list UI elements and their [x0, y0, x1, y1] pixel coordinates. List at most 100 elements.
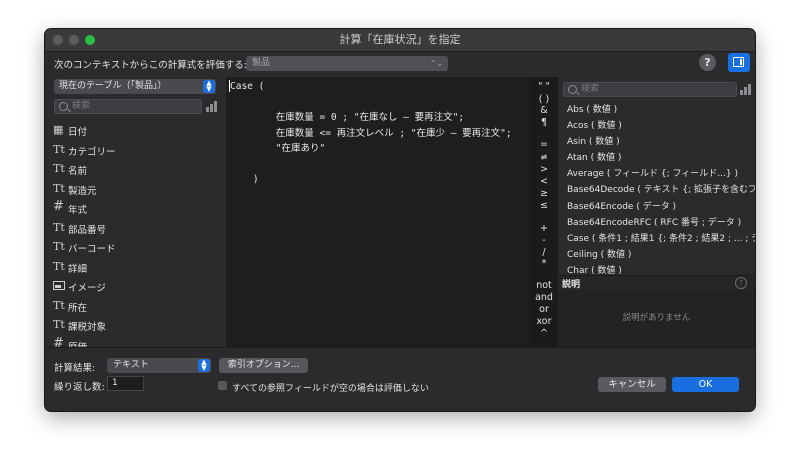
field-search-input[interactable]: 検索 — [54, 99, 202, 114]
calculation-dialog: 計算「在庫状況」を指定 次のコンテキストからこの計算式を評価する: 製品 ⌃⌄ … — [45, 29, 755, 411]
function-item[interactable]: Case ( 条件1 ; 結果1 {; 条件2 ; 結果2 ; ... ; デフ… — [558, 231, 755, 247]
field-name: バーコード — [68, 244, 116, 255]
context-dropdown-value: 製品 — [252, 58, 271, 68]
ok-button[interactable]: OK — [672, 377, 739, 392]
calendar-icon: ▦ — [53, 123, 64, 136]
list-item[interactable]: イメージ — [45, 277, 226, 297]
list-item[interactable]: Tt 課税対象 — [45, 316, 226, 336]
function-item[interactable]: Ceiling ( 数値 ) — [558, 247, 755, 263]
skip-empty-checkbox[interactable] — [218, 381, 227, 390]
field-name: 詳細 — [68, 263, 88, 275]
description-text: 説明がありません — [622, 313, 691, 323]
description-header: 説明 ? — [558, 275, 755, 290]
text-field-icon: Tt — [53, 162, 65, 175]
toggle-panel-button[interactable] — [728, 53, 750, 72]
list-item[interactable]: # 年式 — [45, 199, 226, 219]
function-item[interactable]: Char ( 数値 ) — [558, 263, 755, 275]
fields-panel: 現在のテーブル（「製品」） ▲ ▼ 検索 ▦ 日付 Tt カテゴリー Tt 名前 Tt 製… — [45, 77, 226, 353]
functions-panel: 検索 Abs ( 数値 ) Acos ( 数値 ) Asin ( 数値 ) At… — [558, 77, 755, 347]
text-field-icon: Tt — [53, 181, 65, 195]
operator-power[interactable]: ^ — [530, 328, 558, 339]
operator-less-equal[interactable]: ≤ — [530, 200, 558, 211]
operator-concat[interactable]: & — [530, 105, 558, 116]
container-field-icon — [53, 281, 65, 290]
formula-text[interactable]: Case ( 在庫数量 = 0 ; "在庫なし – 要再注文"; 在庫数量 <=… — [230, 79, 512, 188]
operator-parentheses[interactable]: ( ) — [530, 94, 558, 105]
index-options-button[interactable]: 索引オプション... — [219, 358, 308, 373]
function-item[interactable]: Acos ( 数値 ) — [558, 118, 755, 134]
field-search-placeholder: 検索 — [72, 101, 91, 111]
list-item[interactable]: ▦ 日付 — [45, 121, 226, 141]
sort-bars-icon[interactable] — [740, 84, 751, 95]
operator-multiply[interactable]: * — [530, 258, 558, 269]
text-field-icon: Tt — [53, 220, 65, 234]
operators-panel: " " ( ) & ¶ = ≠ > < ≥ ≤ + - / * not and … — [530, 77, 558, 347]
function-item[interactable]: Base64Decode ( テキスト {; 拡張子を含むフ… — [558, 182, 755, 198]
help-icon[interactable]: ? — [735, 277, 747, 289]
skip-empty-label: すべての参照フィールドが空の場合は評価しない — [232, 384, 429, 394]
operator-or[interactable]: or — [530, 304, 558, 315]
window-title: 計算「在庫状況」を指定 — [339, 33, 461, 46]
text-field-icon: Tt — [53, 298, 65, 312]
operator-divide[interactable]: / — [530, 247, 558, 258]
search-icon — [59, 102, 68, 111]
operator-pilcrow[interactable]: ¶ — [530, 117, 558, 128]
description-body: 説明がありません — [558, 290, 755, 347]
function-item[interactable]: Asin ( 数値 ) — [558, 134, 755, 150]
operator-greater-equal[interactable]: ≥ — [530, 188, 558, 199]
function-search-input[interactable]: 検索 — [563, 82, 737, 97]
field-name: 年式 — [68, 205, 88, 216]
function-item[interactable]: Average ( フィールド {; フィールド...} ) — [558, 166, 755, 182]
field-list: ▦ 日付 Tt カテゴリー Tt 名前 Tt 製造元 # 年式 Tt 部品番号 Tt バーコー… — [45, 121, 226, 355]
function-item[interactable]: Base64EncodeRFC ( RFC 番号 ; データ ) — [558, 215, 755, 231]
function-list: Abs ( 数値 ) Acos ( 数値 ) Asin ( 数値 ) Atan … — [558, 102, 755, 275]
field-name: 製造元 — [68, 185, 97, 197]
function-item[interactable]: Abs ( 数値 ) — [558, 102, 755, 118]
search-icon — [568, 85, 577, 94]
context-bar: 次のコンテキストからこの計算式を評価する: 製品 ⌃⌄ ? — [45, 51, 755, 77]
list-item[interactable]: Tt 部品番号 — [45, 219, 226, 239]
repeat-count-input[interactable]: 1 — [107, 376, 144, 391]
table-dropdown[interactable]: 現在のテーブル（「製品」） ▲ ▼ — [54, 79, 216, 94]
operator-and[interactable]: and — [530, 292, 558, 303]
number-field-icon: # — [53, 199, 64, 214]
field-name: 所在 — [68, 302, 88, 314]
operator-less[interactable]: < — [530, 176, 558, 187]
context-dropdown[interactable]: 製品 ⌃⌄ — [246, 56, 448, 71]
list-item[interactable]: Tt 詳細 — [45, 258, 226, 278]
operator-not-equal[interactable]: ≠ — [530, 152, 558, 163]
text-field-icon: Tt — [53, 318, 65, 331]
field-name: カテゴリー — [68, 146, 116, 158]
list-item[interactable]: Tt バーコード — [45, 238, 226, 258]
operator-quotes[interactable]: " " — [530, 81, 558, 92]
text-field-icon: Tt — [53, 240, 65, 253]
operator-minus[interactable]: - — [530, 235, 558, 246]
sort-bars-icon[interactable] — [206, 101, 217, 112]
help-button[interactable]: ? — [699, 54, 716, 71]
field-name: イメージ — [68, 283, 106, 294]
cancel-button[interactable]: キャンセル — [598, 377, 666, 392]
list-item[interactable]: Tt 所在 — [45, 297, 226, 317]
table-dropdown-value: 現在のテーブル（「製品」） — [59, 81, 167, 91]
operator-not[interactable]: not — [530, 280, 558, 291]
operator-xor[interactable]: xor — [530, 316, 558, 327]
function-item[interactable]: Base64Encode ( データ ) — [558, 199, 755, 215]
chevron-updown-icon: ▲ ▼ — [198, 359, 210, 372]
repeat-label: 繰り返し数: — [54, 382, 105, 393]
list-item[interactable]: Tt 製造元 — [45, 180, 226, 200]
operator-greater[interactable]: > — [530, 164, 558, 175]
list-item[interactable]: Tt 名前 — [45, 160, 226, 180]
operator-plus[interactable]: + — [530, 223, 558, 234]
title-bar: 計算「在庫状況」を指定 — [45, 29, 755, 52]
field-name: 部品番号 — [68, 224, 107, 236]
result-type-label: 計算結果: — [54, 363, 96, 374]
function-search-placeholder: 検索 — [581, 84, 600, 94]
list-item[interactable]: Tt カテゴリー — [45, 141, 226, 161]
dialog-footer: 計算結果: テキスト ▲ ▼ 索引オプション... 繰り返し数: 1 すべての参照… — [45, 347, 755, 411]
function-item[interactable]: Atan ( 数値 ) — [558, 150, 755, 166]
result-type-dropdown[interactable]: テキスト ▲ ▼ — [107, 358, 211, 373]
operator-equal[interactable]: = — [530, 139, 558, 150]
formula-editor[interactable]: Case ( 在庫数量 = 0 ; "在庫なし – 要再注文"; 在庫数量 <=… — [226, 77, 530, 347]
context-label: 次のコンテキストからこの計算式を評価する: — [54, 60, 247, 71]
chevron-updown-icon: ▲ ▼ — [203, 80, 215, 93]
